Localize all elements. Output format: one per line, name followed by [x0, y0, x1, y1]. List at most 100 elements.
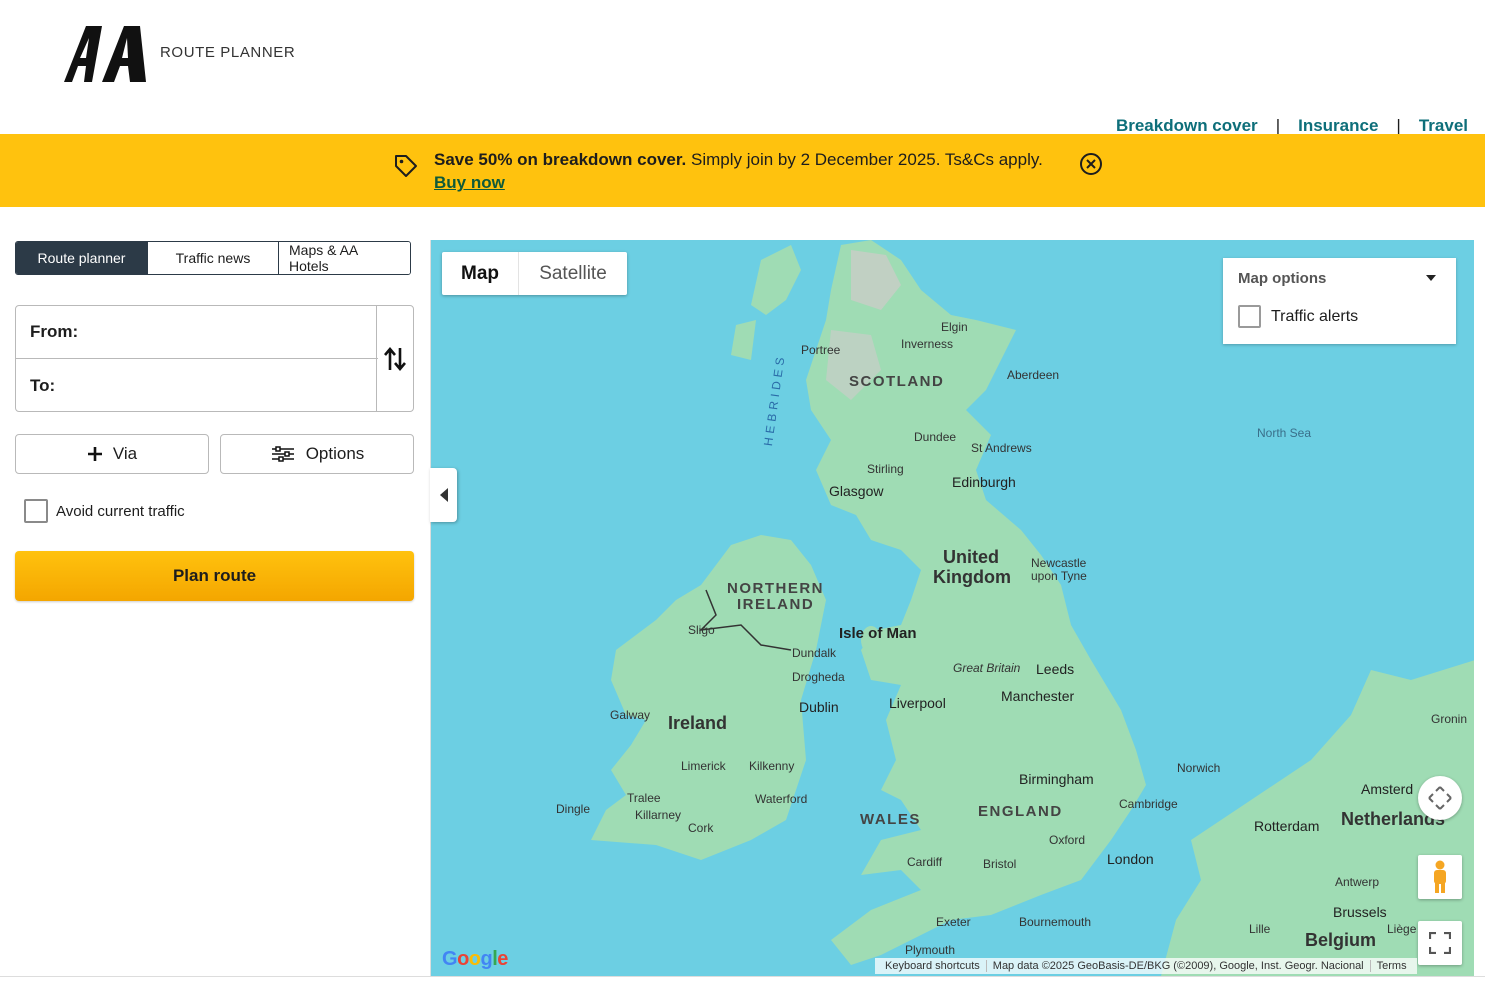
tab-maps-hotels[interactable]: Maps & AA Hotels — [279, 242, 410, 274]
nav-insurance[interactable]: Insurance — [1298, 116, 1378, 136]
promo-bold: Save 50% on breakdown cover. — [434, 150, 687, 169]
options-button[interactable]: Options — [220, 434, 414, 474]
label-leeds: Leeds — [1036, 661, 1075, 677]
map-attribution: Keyboard shortcuts Map data ©2025 GeoBas… — [875, 958, 1417, 974]
label-galway: Galway — [610, 708, 651, 722]
avoid-traffic-label: Avoid current traffic — [56, 502, 185, 520]
to-label: To: — [30, 375, 56, 395]
swap-arrows-icon — [384, 346, 406, 371]
label-north-sea: North Sea — [1257, 426, 1312, 440]
swap-button[interactable] — [376, 306, 413, 411]
options-label: Options — [305, 444, 365, 463]
label-wales: WALES — [860, 811, 921, 828]
label-liverpool: Liverpool — [889, 695, 946, 711]
google-logo: Google — [442, 948, 508, 970]
label-newcastle-2: upon Tyne — [1031, 569, 1087, 583]
avoid-traffic-checkbox[interactable] — [24, 499, 48, 523]
label-dundee: Dundee — [914, 430, 957, 444]
label-great-britain: Great Britain — [953, 661, 1021, 675]
label-edinburgh: Edinburgh — [952, 474, 1016, 490]
caret-down-icon[interactable] — [1426, 275, 1436, 281]
label-cambridge: Cambridge — [1119, 797, 1178, 811]
label-oxford: Oxford — [1049, 833, 1086, 847]
via-label: Via — [112, 444, 138, 463]
plus-icon — [87, 447, 102, 461]
route-planner-subtitle: ROUTE PLANNER — [160, 44, 296, 61]
map-type-map-button[interactable]: Map — [442, 252, 519, 295]
label-inverness: Inverness — [901, 337, 954, 351]
label-brussels: Brussels — [1333, 904, 1387, 920]
label-manchester: Manchester — [1001, 688, 1075, 704]
label-ireland: Ireland — [668, 713, 728, 733]
map-data-text: Map data ©2025 GeoBasis-DE/BKG (©2009), … — [987, 960, 1371, 972]
fullscreen-button[interactable] — [1418, 921, 1462, 965]
label-uk-2: Kingdom — [933, 567, 1011, 587]
from-label: From: — [30, 322, 79, 341]
label-waterford: Waterford — [755, 792, 808, 806]
label-norwich: Norwich — [1177, 761, 1221, 775]
label-london: London — [1107, 851, 1154, 867]
plan-route-button[interactable]: Plan route — [15, 551, 414, 601]
label-cardiff: Cardiff — [907, 855, 943, 869]
label-plymouth: Plymouth — [905, 943, 956, 957]
label-scotland: SCOTLAND — [849, 373, 945, 390]
close-icon[interactable] — [1079, 152, 1103, 176]
from-field[interactable]: From: — [16, 306, 378, 359]
map-view[interactable]: SCOTLAND NORTHERN IRELAND WALES ENGLAND … — [430, 240, 1474, 976]
label-liege: Liège — [1387, 922, 1417, 936]
fullscreen-icon — [1429, 932, 1451, 954]
label-elgin: Elgin — [941, 320, 968, 334]
terms-link[interactable]: Terms — [1371, 960, 1413, 972]
move-arrows-icon — [1428, 786, 1452, 810]
map-options-title: Map options — [1238, 270, 1327, 287]
label-bournemouth: Bournemouth — [1019, 915, 1092, 929]
label-sligo: Sligo — [688, 623, 715, 637]
top-nav: Breakdown cover | Insurance | Travel — [1116, 116, 1468, 136]
buy-now-link[interactable]: Buy now — [434, 173, 505, 192]
footer-divider — [0, 976, 1485, 977]
from-input[interactable] — [84, 306, 378, 358]
label-kilkenny: Kilkenny — [749, 759, 795, 773]
camera-control-button[interactable] — [1418, 776, 1462, 820]
nav-breakdown-cover[interactable]: Breakdown cover — [1116, 116, 1258, 136]
label-killarney: Killarney — [635, 808, 682, 822]
label-amsterdam: Amsterd — [1361, 781, 1414, 797]
page-header: ROUTE PLANNER Breakdown cover | Insuranc… — [0, 0, 1485, 136]
label-groningen: Gronin — [1431, 712, 1468, 726]
map-type-satellite-button[interactable]: Satellite — [519, 252, 627, 295]
label-bristol: Bristol — [983, 857, 1017, 871]
label-cork: Cork — [688, 821, 714, 835]
label-isle-of-man: Isle of Man — [839, 625, 917, 642]
to-field[interactable]: To: — [16, 359, 378, 412]
tab-route-planner[interactable]: Route planner — [16, 242, 148, 274]
label-st-andrews: St Andrews — [971, 441, 1032, 455]
promo-detail: Simply join by 2 December 2025. Ts&Cs ap… — [686, 150, 1043, 169]
label-exeter: Exeter — [936, 915, 971, 929]
label-uk-1: United — [943, 547, 999, 567]
nav-travel[interactable]: Travel — [1419, 116, 1468, 136]
keyboard-shortcuts-link[interactable]: Keyboard shortcuts — [879, 960, 987, 972]
traffic-alerts-checkbox[interactable] — [1238, 305, 1261, 328]
label-england: ENGLAND — [978, 803, 1063, 820]
label-newcastle-1: Newcastle — [1031, 556, 1087, 570]
aa-logo[interactable] — [64, 26, 148, 82]
pegman-icon — [1434, 860, 1446, 893]
collapse-panel-button[interactable] — [430, 468, 457, 522]
label-glasgow: Glasgow — [829, 483, 884, 499]
to-input[interactable] — [61, 359, 378, 412]
nav-separator: | — [1275, 116, 1281, 135]
label-dundalk: Dundalk — [792, 646, 837, 660]
label-tralee: Tralee — [627, 791, 661, 805]
label-rotterdam: Rotterdam — [1254, 818, 1320, 834]
label-birmingham: Birmingham — [1019, 771, 1094, 787]
traffic-alerts-label: Traffic alerts — [1271, 307, 1359, 325]
label-stirling: Stirling — [867, 462, 904, 476]
tab-traffic-news[interactable]: Traffic news — [148, 242, 279, 274]
map-type-control: Map Satellite — [442, 252, 627, 295]
label-northern-ireland-2: IRELAND — [737, 596, 815, 613]
street-view-pegman[interactable] — [1418, 855, 1462, 899]
label-dingle: Dingle — [556, 802, 591, 816]
add-via-button[interactable]: Via — [15, 434, 209, 474]
label-antwerp: Antwerp — [1335, 875, 1380, 889]
label-drogheda: Drogheda — [792, 670, 845, 684]
